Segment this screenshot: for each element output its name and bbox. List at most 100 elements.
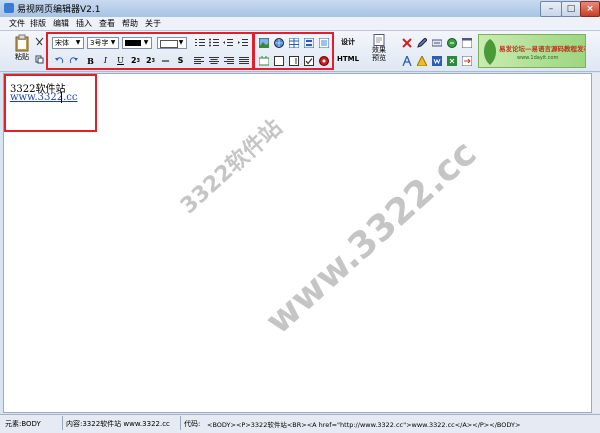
font-name-value: 宋体 bbox=[55, 39, 69, 47]
menu-help[interactable]: 帮助 bbox=[120, 18, 140, 29]
record-icon bbox=[318, 55, 329, 66]
chevron-down-icon: ▼ bbox=[75, 39, 81, 46]
font-color-select[interactable]: ▼ bbox=[122, 37, 152, 49]
insert-table-button[interactable] bbox=[287, 36, 300, 49]
toolbar: 粘贴 宋体 ▼ 3号字 ▼ ▼ ▼ B I U 23 23 — S 设计 HTM… bbox=[0, 31, 600, 72]
font-size-select[interactable]: 3号字 ▼ bbox=[87, 37, 119, 49]
bold-button[interactable]: B bbox=[84, 54, 97, 67]
outdent-button[interactable] bbox=[221, 36, 234, 49]
align-right-button[interactable] bbox=[222, 54, 235, 67]
insert-form-button[interactable] bbox=[302, 36, 315, 49]
document-icon bbox=[373, 34, 385, 46]
html-label: HTML bbox=[336, 55, 360, 63]
banner-url: www.1dayit.com bbox=[517, 55, 559, 61]
insert-radio-button[interactable] bbox=[317, 54, 330, 67]
font-style-button[interactable] bbox=[400, 54, 413, 67]
pen-button[interactable] bbox=[415, 36, 428, 49]
bullet-list-button[interactable] bbox=[207, 36, 220, 49]
bullet-list-icon bbox=[208, 38, 219, 47]
export-button[interactable] bbox=[460, 54, 473, 67]
banner-text: 易发论坛—易语言源码教程发布社区 bbox=[499, 45, 585, 53]
chevron-down-icon: ▼ bbox=[110, 39, 116, 46]
status-bar: 元素:BODY 内容:3322软件站 www.3322.cc 代码: <BODY… bbox=[0, 414, 600, 433]
menu-about[interactable]: 关于 bbox=[143, 18, 163, 29]
color-picker-button[interactable] bbox=[415, 54, 428, 67]
design-view-button[interactable]: 设计 bbox=[335, 37, 361, 47]
minimize-button[interactable]: – bbox=[540, 1, 562, 17]
status-separator bbox=[62, 416, 63, 430]
cut-button[interactable] bbox=[33, 35, 46, 48]
justify-button[interactable] bbox=[237, 54, 250, 67]
x-mark-icon bbox=[401, 37, 412, 48]
outdent-icon bbox=[222, 39, 233, 46]
underline-button[interactable]: U bbox=[114, 54, 127, 67]
close-button[interactable]: × bbox=[580, 1, 600, 17]
align-right-icon bbox=[223, 57, 234, 64]
title-bar: 易视网页编辑器V2.1 – □ × bbox=[0, 0, 600, 18]
pen-icon bbox=[416, 37, 427, 48]
bg-color-select[interactable]: ▼ bbox=[157, 37, 187, 49]
menu-file[interactable]: 文件 bbox=[7, 18, 27, 29]
marquee-icon bbox=[431, 39, 442, 46]
preview-button[interactable]: 效果预览 bbox=[367, 34, 391, 68]
strikethrough-button[interactable]: S bbox=[174, 54, 187, 67]
color-swatch-white bbox=[160, 40, 178, 48]
link-button[interactable] bbox=[445, 36, 458, 49]
vertical-scrollbar[interactable] bbox=[592, 73, 600, 413]
subscript-button[interactable]: 23 bbox=[144, 54, 157, 67]
page-properties-button[interactable] bbox=[460, 36, 473, 49]
copy-button[interactable] bbox=[33, 53, 46, 66]
status-element: 元素:BODY bbox=[5, 420, 41, 428]
forum-banner[interactable]: 易发论坛—易语言源码教程发布社区 www.1dayit.com bbox=[478, 34, 586, 68]
align-left-icon bbox=[193, 57, 204, 64]
indent-button[interactable] bbox=[236, 36, 249, 49]
font-name-select[interactable]: 宋体 ▼ bbox=[52, 37, 84, 49]
excel-button[interactable] bbox=[445, 54, 458, 67]
superscript-button[interactable]: 23 bbox=[129, 54, 142, 67]
italic-button[interactable]: I bbox=[99, 54, 112, 67]
font-size-value: 3号字 bbox=[90, 39, 109, 47]
insert-box-button[interactable] bbox=[272, 54, 285, 67]
redo-button[interactable] bbox=[67, 54, 80, 67]
editor-area[interactable] bbox=[3, 73, 592, 413]
menu-view[interactable]: 查看 bbox=[97, 18, 117, 29]
textarea-icon bbox=[288, 55, 299, 66]
maximize-button[interactable]: □ bbox=[561, 1, 581, 17]
text-caret bbox=[61, 92, 62, 103]
globe-icon bbox=[273, 37, 284, 48]
marquee-button[interactable] bbox=[430, 36, 443, 49]
insert-image-button[interactable] bbox=[257, 36, 270, 49]
horizontal-rule-button[interactable]: — bbox=[159, 54, 172, 67]
paste-button[interactable]: 粘贴 bbox=[10, 34, 34, 68]
align-center-icon bbox=[208, 57, 219, 64]
window-title: 易视网页编辑器V2.1 bbox=[17, 5, 101, 15]
insert-textarea-button[interactable] bbox=[287, 54, 300, 67]
letter-a-icon bbox=[401, 55, 412, 66]
editor-link[interactable]: www.3322.cc bbox=[10, 92, 78, 103]
design-label: 设计 bbox=[341, 38, 355, 46]
html-view-button[interactable]: HTML bbox=[335, 55, 361, 63]
insert-frame-button[interactable] bbox=[317, 36, 330, 49]
box-icon bbox=[273, 55, 284, 66]
insert-checkbox-button[interactable] bbox=[302, 54, 315, 67]
undo-button[interactable] bbox=[52, 54, 65, 67]
word-button[interactable] bbox=[430, 54, 443, 67]
align-left-button[interactable] bbox=[192, 54, 205, 67]
export-icon bbox=[461, 55, 472, 66]
redo-icon bbox=[69, 57, 78, 64]
table-icon bbox=[288, 37, 299, 48]
color-swatch-black bbox=[125, 40, 141, 46]
menu-insert[interactable]: 插入 bbox=[74, 18, 94, 29]
word-icon bbox=[431, 55, 442, 66]
insert-textbox-button[interactable] bbox=[257, 54, 270, 67]
checkbox-icon bbox=[303, 55, 314, 66]
justify-icon bbox=[238, 57, 249, 64]
delete-button[interactable] bbox=[400, 36, 413, 49]
ordered-list-button[interactable] bbox=[193, 36, 206, 49]
menu-edit[interactable]: 编辑 bbox=[51, 18, 71, 29]
align-center-button[interactable] bbox=[207, 54, 220, 67]
insert-flash-button[interactable] bbox=[272, 36, 285, 49]
menu-layout[interactable]: 排版 bbox=[28, 18, 48, 29]
window-icon bbox=[461, 37, 472, 48]
leaf-icon bbox=[483, 39, 497, 65]
